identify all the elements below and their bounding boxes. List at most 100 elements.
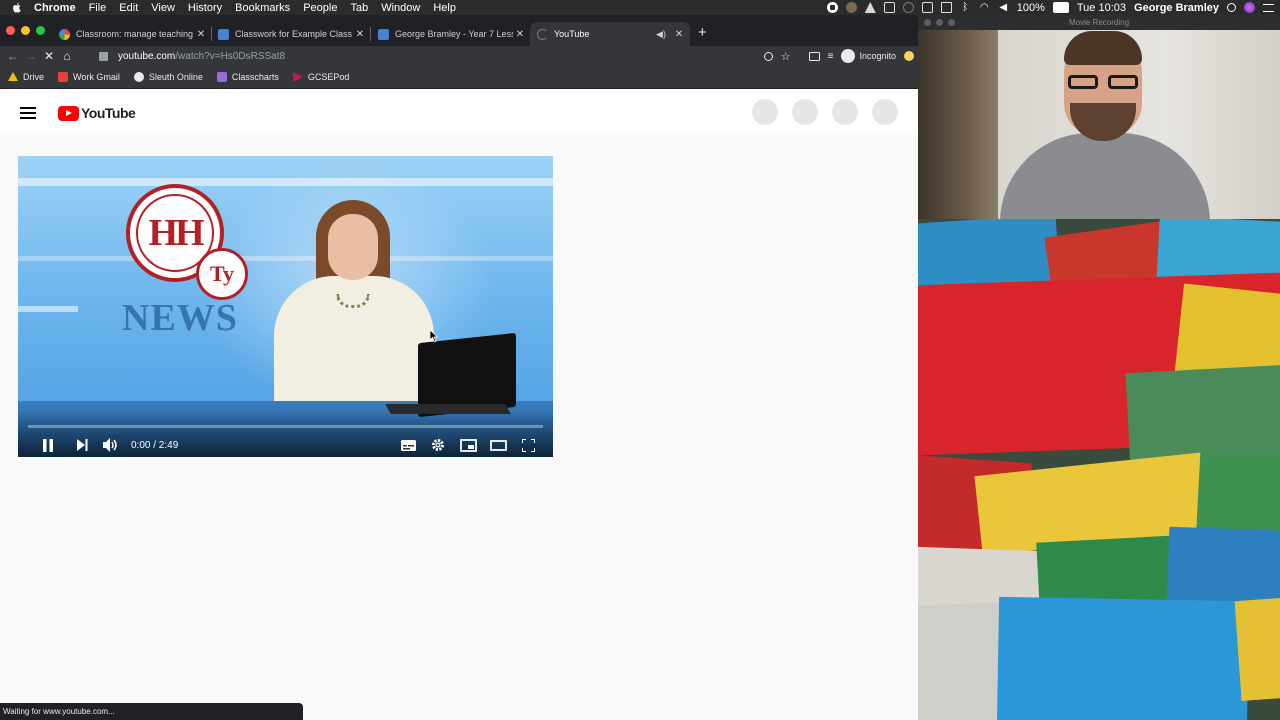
miniplayer-button[interactable] (458, 436, 478, 454)
menu-tab[interactable]: Tab (350, 2, 368, 14)
close-tab-icon[interactable]: ✕ (194, 29, 208, 40)
battery-percentage[interactable]: 100% (1017, 2, 1045, 14)
window-controls (6, 26, 45, 35)
header-button-placeholder[interactable] (792, 99, 818, 125)
new-tab-button[interactable]: + (698, 24, 707, 41)
youtube-header: YouTube (0, 89, 918, 135)
toolbar-actions: ☆ ≡ Incognito (763, 46, 914, 66)
tab-classwork[interactable]: Classwork for Example Class ✕ (211, 22, 371, 46)
tab-classroom[interactable]: Classroom: manage teaching an ✕ (52, 22, 212, 46)
bookmark-sleuth-online[interactable]: Sleuth Online (133, 72, 203, 82)
spotlight-icon[interactable] (1227, 3, 1236, 12)
tab-docs-lesson[interactable]: George Bramley - Year 7 Lesson ✕ (371, 22, 531, 46)
apple-menu-icon[interactable] (10, 1, 24, 15)
menu-app-name[interactable]: Chrome (34, 2, 76, 14)
tab-audio-icon[interactable]: ◀) (654, 29, 668, 40)
bookmark-label: Work Gmail (73, 72, 120, 82)
home-button[interactable]: ⌂ (58, 47, 76, 65)
bookmark-gcsepod[interactable]: GCSEPod (292, 72, 349, 82)
airplay-icon[interactable] (940, 2, 952, 13)
menubar-clock[interactable]: Tue 10:03 (1077, 2, 1126, 14)
menu-edit[interactable]: Edit (119, 2, 138, 14)
media-control-icon[interactable]: ≡ (828, 51, 834, 62)
siri-icon[interactable] (1244, 2, 1255, 13)
minimize-window-button[interactable] (21, 26, 30, 35)
menu-help[interactable]: Help (433, 2, 456, 14)
bluetooth-icon[interactable]: ᛒ (960, 2, 971, 13)
video-time: 0:00 / 2:49 (131, 440, 179, 451)
close-tab-icon[interactable]: ✕ (353, 29, 367, 40)
zoom-window-button[interactable] (948, 19, 955, 26)
backdrop-streak (18, 256, 553, 261)
next-button[interactable] (72, 436, 92, 454)
menu-file[interactable]: File (89, 2, 107, 14)
rss-icon[interactable] (921, 2, 933, 13)
extension-icon[interactable] (904, 51, 914, 61)
video-player[interactable]: HH Ty NEWS 0:00 / 2:49 (18, 156, 553, 457)
drive-icon (8, 72, 18, 81)
flag-yellow (1234, 597, 1280, 701)
fullscreen-button[interactable] (518, 436, 538, 454)
close-tab-icon[interactable]: ✕ (672, 29, 686, 40)
menu-people[interactable]: People (303, 2, 337, 14)
menubar-user[interactable]: George Bramley (1134, 2, 1219, 14)
bookmark-label: Drive (23, 72, 45, 82)
record-icon[interactable] (826, 2, 838, 13)
bookmark-work-gmail[interactable]: Work Gmail (58, 72, 120, 82)
header-button-placeholder[interactable] (752, 99, 778, 125)
subtitles-button[interactable] (398, 436, 418, 454)
stop-loading-button[interactable]: ✕ (40, 47, 58, 65)
pause-button[interactable] (38, 436, 58, 454)
back-button[interactable]: ← (4, 47, 22, 65)
battery-icon[interactable] (1052, 2, 1069, 13)
close-window-button[interactable] (6, 26, 15, 35)
incognito-profile-button[interactable]: Incognito (841, 49, 896, 63)
drive-status-icon[interactable] (864, 2, 876, 13)
tab-title: George Bramley - Year 7 Lesson (395, 29, 513, 39)
close-window-button[interactable] (924, 19, 931, 26)
zoom-window-button[interactable] (36, 26, 45, 35)
youtube-logo[interactable]: YouTube (58, 105, 136, 121)
sync-icon[interactable] (902, 2, 914, 13)
bookmark-drive[interactable]: Drive (8, 72, 44, 82)
progress-bar[interactable] (28, 425, 543, 428)
status-bubble: Waiting for www.youtube.com... (0, 703, 303, 720)
menu-view[interactable]: View (151, 2, 175, 14)
header-button-placeholder[interactable] (832, 99, 858, 125)
settings-gear-icon[interactable] (428, 436, 448, 454)
gcsepod-icon (292, 72, 303, 82)
theater-mode-button[interactable] (488, 436, 508, 454)
docs-favicon-icon (378, 28, 389, 40)
vpn-icon[interactable] (883, 2, 895, 13)
desktop-wallpaper-prayer-flags (918, 219, 1280, 720)
loading-favicon-icon (537, 28, 548, 40)
extension-icon[interactable] (845, 2, 857, 13)
tab-youtube[interactable]: YouTube ◀) ✕ (530, 22, 690, 46)
header-button-placeholder[interactable] (872, 99, 898, 125)
menu-history[interactable]: History (188, 2, 222, 14)
bookmark-classcharts[interactable]: Classcharts (216, 72, 279, 82)
menu-bookmarks[interactable]: Bookmarks (235, 2, 290, 14)
lock-icon[interactable] (99, 51, 108, 61)
menu-icon[interactable] (20, 107, 36, 122)
volume-button[interactable] (101, 436, 121, 454)
cast-icon[interactable] (808, 51, 820, 61)
mouse-cursor-icon (430, 330, 438, 342)
flag-white (918, 602, 1011, 720)
forward-button[interactable]: → (22, 47, 40, 65)
youtube-play-icon (58, 105, 79, 121)
notification-center-icon[interactable] (1263, 3, 1274, 12)
volume-icon[interactable]: ◀ (998, 2, 1009, 13)
browser-toolbar: ← → ✕ ⌂ youtube.com/watch?v=Hs0DsRSSat8 … (0, 46, 918, 66)
bookmark-star-icon[interactable]: ☆ (781, 50, 791, 63)
wifi-icon[interactable]: ◠ (979, 2, 990, 13)
news-text: NEWS (122, 297, 238, 339)
minimize-window-button[interactable] (936, 19, 943, 26)
address-bar[interactable]: youtube.com/watch?v=Hs0DsRSSat8 (94, 48, 774, 64)
menu-window[interactable]: Window (381, 2, 420, 14)
player-controls: 0:00 / 2:49 (18, 411, 553, 457)
zoom-search-icon[interactable] (763, 51, 773, 61)
movie-recording-window: Movie Recording (918, 15, 1280, 219)
classroom-favicon-icon (218, 28, 229, 40)
close-tab-icon[interactable]: ✕ (513, 29, 527, 40)
